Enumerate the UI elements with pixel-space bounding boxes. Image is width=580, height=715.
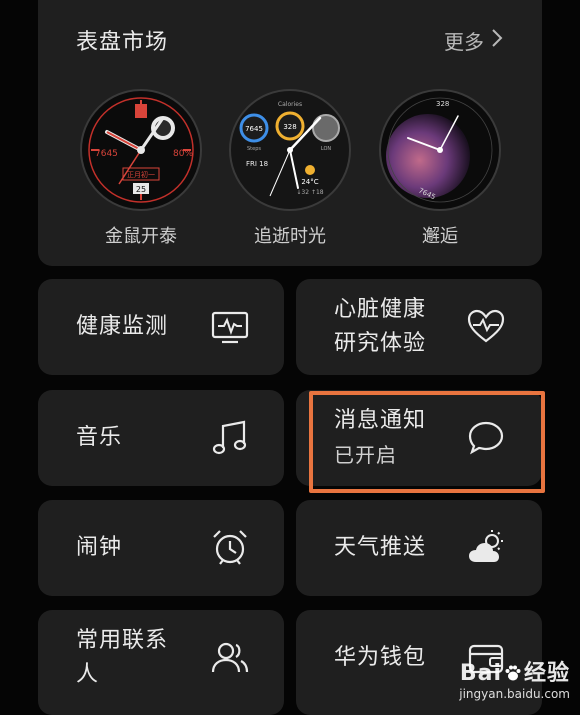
market-title: 表盘市场: [76, 30, 169, 55]
tile-contacts-line1: 常用联系: [76, 628, 169, 653]
tile-weather-push[interactable]: 天气推送: [296, 500, 542, 596]
face2-date: FRI 18: [246, 160, 268, 168]
tile-health-monitor-label: 健康监测: [76, 314, 169, 339]
face-label-2: 追逝时光: [254, 226, 326, 247]
music-note-icon: [210, 418, 250, 458]
face2-steps-label: Steps: [247, 146, 261, 152]
face2-temp: 24°C: [301, 178, 318, 186]
face-label-1: 金鼠开泰: [105, 226, 177, 247]
tile-heart-health[interactable]: 心脏健康 研究体验: [296, 279, 542, 375]
tile-heart-health-label: 心脏健康 研究体验: [334, 293, 426, 361]
tile-contacts-line2: 人: [76, 662, 100, 687]
tile-music[interactable]: 音乐: [38, 390, 284, 486]
face3-top-value: 328: [436, 100, 449, 108]
face1-steps: 7645: [95, 149, 118, 159]
watch-face-market-card: 表盘市场 更多 7645 80% 正月初一 25 金鼠开泰 Calories 7…: [38, 0, 542, 266]
baidu-jingyan-watermark: Bai 经验 jingyan.baidu.com: [459, 655, 570, 701]
heart-pulse-icon: [466, 307, 506, 347]
monitor-pulse-icon: [210, 307, 250, 347]
watch-face-encounter[interactable]: 328 7645: [378, 88, 502, 212]
tile-contacts-label: 常用联系 人: [76, 624, 168, 692]
alarm-clock-icon: [210, 528, 250, 568]
face1-battery: 80%: [173, 149, 193, 159]
watermark-brand: Bai: [459, 661, 502, 686]
more-label: 更多: [444, 30, 484, 54]
face2-calories-value: 328: [283, 123, 296, 131]
tile-weather-push-label: 天气推送: [334, 535, 427, 560]
tile-heart-health-line2: 研究体验: [334, 331, 427, 356]
highlight-box: [309, 391, 545, 493]
chevron-right-icon: [490, 28, 504, 53]
tile-alarm[interactable]: 闹钟: [38, 500, 284, 596]
face2-temp-range: ↓32 ↑18: [296, 189, 323, 196]
tile-music-label: 音乐: [76, 425, 123, 450]
tile-alarm-label: 闹钟: [76, 535, 123, 560]
watermark-url: jingyan.baidu.com: [459, 687, 570, 701]
weather-cloud-sun-icon: [466, 528, 506, 568]
tile-wallet-label: 华为钱包: [334, 645, 427, 670]
face2-lon-label: LON: [321, 146, 332, 152]
tile-contacts[interactable]: 常用联系 人: [38, 610, 284, 715]
face2-steps-value: 7645: [245, 125, 263, 133]
face1-date: 正月初一: [127, 170, 155, 179]
watermark-brand-suffix: 经验: [523, 661, 570, 686]
watch-face-golden-rat[interactable]: 7645 80% 正月初一 25: [79, 88, 203, 212]
contacts-person-icon: [210, 638, 250, 678]
face1-day: 25: [136, 185, 146, 194]
watermark-paw-icon: [504, 663, 522, 681]
watch-face-chasing-time[interactable]: Calories 7645 328 Steps LON FRI 18 24°C …: [228, 88, 352, 212]
tile-health-monitor[interactable]: 健康监测: [38, 279, 284, 375]
more-link[interactable]: 更多: [444, 26, 504, 55]
tile-heart-health-line1: 心脏健康: [334, 297, 427, 322]
face2-top-label: Calories: [278, 101, 302, 108]
face-label-3: 邂逅: [422, 226, 458, 247]
